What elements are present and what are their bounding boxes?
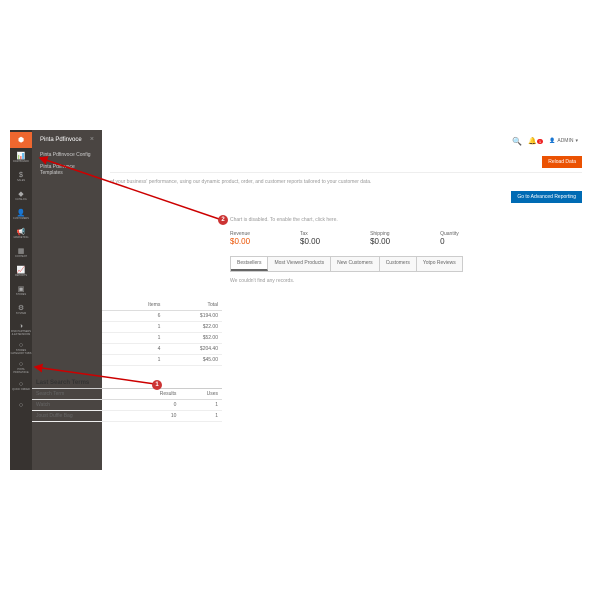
advanced-reporting-button[interactable]: Go to Advanced Reporting xyxy=(511,191,582,203)
metric-revenue: Revenue$0.00 xyxy=(230,231,250,246)
sidebar-stores[interactable]: ▣STORES xyxy=(10,282,32,300)
sidebar-quick-order[interactable]: ○QUICK ORDER xyxy=(10,377,32,395)
sidebar-partners[interactable]: ◑FIND PARTNERS & EXTENSIONS xyxy=(10,320,32,338)
catalog-icon: ◆ xyxy=(17,190,25,198)
admin-sidebar: ⬢ 📊DASHBOARD $SALES ◆CATALOG 👤CUSTOMERS … xyxy=(10,130,32,470)
content-icon: ▦ xyxy=(17,247,25,255)
circle-icon: ○ xyxy=(17,341,25,349)
flyout-title: Pinta Pdfinvoce × xyxy=(40,136,94,143)
report-tabs: Bestsellers Most Viewed Products New Cus… xyxy=(230,256,463,272)
sidebar-dashboard[interactable]: 📊DASHBOARD xyxy=(10,149,32,167)
megaphone-icon: 📢 xyxy=(17,228,25,236)
tab-bestsellers[interactable]: Bestsellers xyxy=(231,257,268,271)
search-icon[interactable]: 🔍 xyxy=(512,137,522,146)
dashboard-icon: 📊 xyxy=(17,152,25,160)
tab-new-customers[interactable]: New Customers xyxy=(331,257,380,271)
circle-icon: ○ xyxy=(17,380,25,388)
stores-icon: ▣ xyxy=(17,285,25,293)
sidebar-logo[interactable]: ⬢ xyxy=(10,132,32,148)
close-icon[interactable]: × xyxy=(90,136,94,143)
table-row[interactable]: Watch01 xyxy=(32,400,222,411)
table-row[interactable]: 6$194.00 xyxy=(102,311,222,322)
sidebar-customers[interactable]: 👤CUSTOMERS xyxy=(10,206,32,224)
circle-icon: ○ xyxy=(17,401,25,409)
magento-icon: ⬢ xyxy=(17,136,25,144)
metric-tax: Tax$0.00 xyxy=(300,231,320,246)
sidebar-content[interactable]: ▦CONTENT xyxy=(10,244,32,262)
description-text: of your business' performance, using our… xyxy=(110,172,582,191)
search-terms-title: Last Search Terms xyxy=(32,378,222,389)
circle-icon: ○ xyxy=(17,360,25,368)
reload-data-button[interactable]: Reload Data xyxy=(542,156,582,168)
sidebar-extra[interactable]: ○ xyxy=(10,396,32,414)
tab-customers[interactable]: Customers xyxy=(380,257,417,271)
orders-grid: ItemsTotal 6$194.00 1$22.00 1$52.00 4$20… xyxy=(102,300,222,366)
sidebar-pinta-pdfinvoice[interactable]: ○PINTA PDFINVOICE xyxy=(10,358,32,376)
sidebar-reports[interactable]: 📈REPORTS xyxy=(10,263,32,281)
sidebar-sales[interactable]: $SALES xyxy=(10,168,32,186)
partners-icon: ◑ xyxy=(17,322,25,330)
table-row[interactable]: 1$52.00 xyxy=(102,333,222,344)
table-row[interactable]: 1$45.00 xyxy=(102,355,222,366)
sidebar-category-tabs[interactable]: ○STORES CATEGORY TABS xyxy=(10,339,32,357)
table-row[interactable]: Joust Duffle Bag101 xyxy=(32,411,222,422)
top-bar: 🔍 🔔1 👤 ADMIN ▾ xyxy=(110,130,582,152)
table-row[interactable]: 4$204.40 xyxy=(102,344,222,355)
flyout-config[interactable]: Pinta Pdfinvoce Config xyxy=(40,149,94,161)
sidebar-catalog[interactable]: ◆CATALOG xyxy=(10,187,32,205)
dollar-icon: $ xyxy=(17,171,25,179)
tab-empty-message: We couldn't find any records. xyxy=(230,272,582,290)
flyout-templates[interactable]: Pinta Pdfinvoce Templates xyxy=(40,161,94,179)
notifications-icon[interactable]: 🔔1 xyxy=(528,137,543,145)
annotation-marker-1: 1 xyxy=(152,380,162,390)
metric-shipping: Shipping$0.00 xyxy=(370,231,390,246)
gear-icon: ⚙ xyxy=(17,304,25,312)
tab-most-viewed[interactable]: Most Viewed Products xyxy=(268,257,331,271)
person-icon: 👤 xyxy=(17,209,25,217)
admin-dropdown[interactable]: 👤 ADMIN ▾ xyxy=(549,138,578,144)
table-row[interactable]: 1$22.00 xyxy=(102,322,222,333)
reports-icon: 📈 xyxy=(17,266,25,274)
metrics-row: Revenue$0.00 Tax$0.00 Shipping$0.00 Quan… xyxy=(230,231,582,246)
tab-yotpo[interactable]: Yotpo Reviews xyxy=(417,257,462,271)
chart-disabled-note[interactable]: Chart is disabled. To enable the chart, … xyxy=(230,217,582,223)
chart-area: Chart is disabled. To enable the chart, … xyxy=(110,209,582,294)
metric-quantity: Quantity0 xyxy=(440,231,459,246)
last-search-terms: Last Search Terms Search TermResultsUses… xyxy=(32,378,222,422)
annotation-marker-2: 2 xyxy=(218,215,228,225)
sidebar-system[interactable]: ⚙SYSTEM xyxy=(10,301,32,319)
sidebar-marketing[interactable]: 📢MARKETING xyxy=(10,225,32,243)
